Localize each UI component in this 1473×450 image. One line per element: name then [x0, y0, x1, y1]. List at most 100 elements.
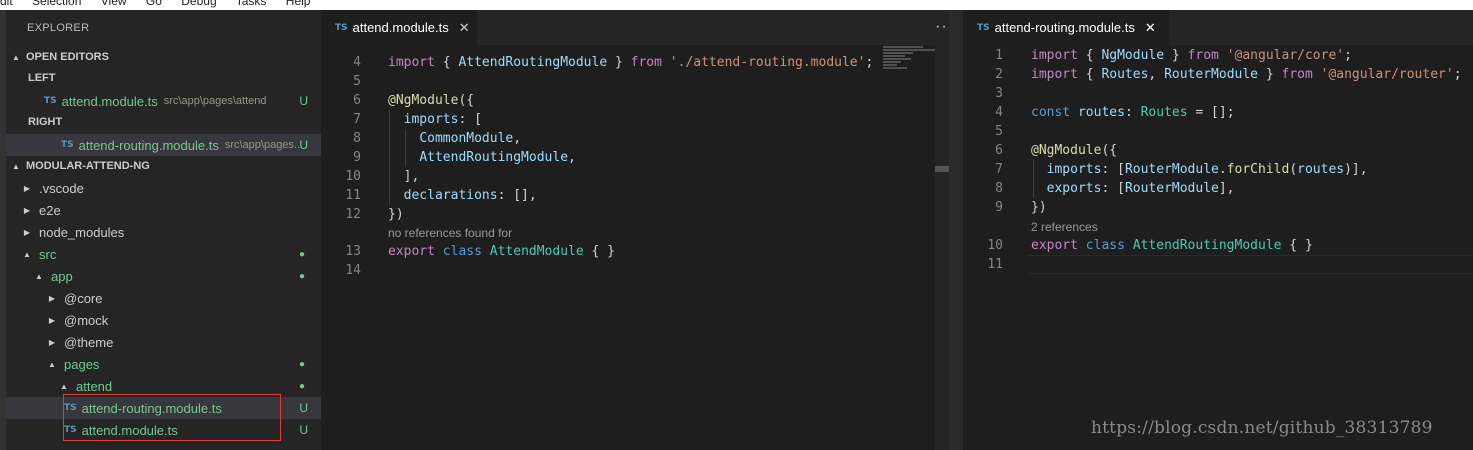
project-header[interactable]: ▲ MODULAR-ATTEND-NG — [6, 155, 321, 177]
activity-bar-edge — [0, 10, 6, 450]
editor-group-left: TS attend.module.ts ✕ ··· 4 5 6 7 8 9 10… — [321, 10, 949, 450]
tree-folder-src[interactable]: ▲ src ● — [6, 243, 321, 265]
code-line-4[interactable]: import { AttendRoutingModule } from './a… — [388, 53, 873, 72]
menu-bar: dit Selection View Go Debug Tasks Help — [0, 0, 1473, 10]
line-number: 4 — [995, 105, 1003, 120]
more-actions-icon[interactable]: ··· — [935, 18, 949, 36]
collapsed-arrow-icon: ▶ — [48, 293, 56, 303]
expanded-arrow-icon: ▲ — [12, 52, 20, 62]
line-number: 6 — [353, 93, 361, 108]
open-editor-attend-module[interactable]: TS attend.module.ts src\app\pages\attend… — [6, 90, 321, 112]
line-number: 11 — [345, 188, 361, 203]
untracked-badge: U — [299, 423, 308, 437]
tree-folder-theme[interactable]: ▶ @theme — [6, 331, 321, 353]
line-number: 2 — [995, 67, 1003, 82]
code-line-6[interactable]: @NgModule({ — [388, 91, 474, 110]
tree-folder-mock[interactable]: ▶ @mock — [6, 309, 321, 331]
line-number: 11 — [987, 257, 1003, 272]
code-line-12[interactable]: }) — [388, 205, 404, 224]
scrollbar-thumb[interactable] — [935, 166, 949, 172]
explorer-sidebar: EXPLORER ▲ OPEN EDITORS LEFT TS attend.m… — [0, 10, 321, 450]
expanded-arrow-icon: ▲ — [48, 359, 56, 369]
line-number: 7 — [995, 162, 1003, 177]
group-right-label: RIGHT — [28, 116, 63, 128]
collapsed-arrow-icon: ▶ — [23, 227, 31, 237]
annotation-highlight-box — [63, 394, 281, 441]
typescript-file-icon: TS — [335, 22, 348, 33]
line-number: 9 — [995, 200, 1003, 215]
collapsed-arrow-icon: ▶ — [48, 337, 56, 347]
code-line-11[interactable]: declarations: [], — [388, 186, 537, 205]
scrollbar-track[interactable] — [935, 45, 949, 450]
menu-go[interactable]: Go — [146, 0, 162, 8]
code-line-9[interactable]: AttendRoutingModule, — [388, 148, 576, 167]
tree-folder-vscode[interactable]: ▶ .vscode — [6, 177, 321, 199]
codelens-references[interactable]: 2 references — [1031, 220, 1098, 234]
code-line-8[interactable]: exports: [RouterModule], — [1031, 179, 1235, 198]
explorer-title: EXPLORER — [27, 22, 90, 34]
tree-folder-core[interactable]: ▶ @core — [6, 287, 321, 309]
code-line-4[interactable]: const routes: Routes = []; — [1031, 103, 1235, 122]
code-line-1[interactable]: import { NgModule } from '@angular/core'… — [1031, 46, 1352, 65]
close-icon[interactable]: ✕ — [459, 20, 470, 36]
modified-dot-icon: ● — [298, 248, 305, 260]
editor-split-divider[interactable] — [949, 10, 963, 450]
tree-folder-e2e[interactable]: ▶ e2e — [6, 199, 321, 221]
collapsed-arrow-icon: ▶ — [23, 205, 31, 215]
code-line-10[interactable]: export class AttendRoutingModule { } — [1031, 236, 1313, 255]
line-number: 4 — [353, 55, 361, 70]
codelens-references[interactable]: no references found for — [388, 226, 512, 240]
code-line-13[interactable]: export class AttendModule { } — [388, 242, 615, 261]
expanded-arrow-icon: ▲ — [12, 161, 20, 171]
code-line-6[interactable]: @NgModule({ — [1031, 141, 1117, 160]
line-number: 6 — [995, 143, 1003, 158]
expanded-arrow-icon: ▲ — [60, 381, 68, 391]
line-number: 13 — [345, 244, 361, 259]
tree-folder-app[interactable]: ▲ app ● — [6, 265, 321, 287]
line-number: 14 — [345, 263, 361, 278]
tab-attend-routing-module[interactable]: TS attend-routing.module.ts ✕ — [963, 10, 1169, 45]
collapsed-arrow-icon: ▶ — [23, 183, 31, 193]
untracked-badge: U — [299, 94, 308, 108]
modified-dot-icon: ● — [298, 380, 305, 392]
menu-help[interactable]: Help — [286, 0, 311, 8]
line-number: 12 — [345, 207, 361, 222]
menu-debug[interactable]: Debug — [181, 0, 216, 8]
expanded-arrow-icon: ▲ — [23, 249, 31, 259]
collapsed-arrow-icon: ▶ — [48, 315, 56, 325]
watermark-text: https://blog.csdn.net/github_38313789 — [1091, 418, 1433, 438]
editor-group-right: TS attend-routing.module.ts ✕ 1 2 3 4 6 … — [963, 10, 1473, 450]
code-line-10[interactable]: ], — [388, 167, 420, 186]
line-number: 10 — [987, 238, 1003, 253]
tab-attend-module[interactable]: TS attend.module.ts ✕ — [321, 10, 477, 45]
menu-tasks[interactable]: Tasks — [236, 0, 267, 8]
tree-folder-pages[interactable]: ▲ pages ● — [6, 353, 321, 375]
group-left-label: LEFT — [28, 72, 56, 84]
code-line-8[interactable]: CommonModule, — [388, 129, 521, 148]
menu-edit[interactable]: dit — [0, 0, 13, 8]
typescript-file-icon: TS — [61, 140, 74, 150]
modified-dot-icon: ● — [298, 358, 305, 370]
line-number: 1 — [995, 48, 1003, 63]
line-number: 8 — [353, 131, 361, 146]
line-number: 3 — [995, 86, 1003, 101]
menu-view[interactable]: View — [101, 0, 127, 8]
menu-selection[interactable]: Selection — [32, 0, 81, 8]
typescript-file-icon: TS — [44, 96, 57, 106]
expanded-arrow-icon: ▲ — [35, 271, 43, 281]
line-number: 8 — [995, 181, 1003, 196]
tree-folder-node-modules[interactable]: ▶ node_modules — [6, 221, 321, 243]
current-line-highlight — [1028, 255, 1473, 274]
line-number: 5 — [995, 124, 1003, 139]
open-editors-header[interactable]: ▲ OPEN EDITORS — [6, 46, 321, 68]
line-number: 7 — [353, 112, 361, 127]
line-number: 9 — [353, 150, 361, 165]
modified-dot-icon: ● — [298, 270, 305, 282]
open-editor-attend-routing-module[interactable]: TS attend-routing.module.ts src\app\page… — [6, 134, 321, 156]
close-icon[interactable]: ✕ — [1145, 20, 1156, 36]
code-line-2[interactable]: import { Routes, RouterModule } from '@a… — [1031, 65, 1462, 84]
untracked-badge: U — [299, 401, 308, 415]
code-line-7[interactable]: imports: [RouterModule.forChild(routes)]… — [1031, 160, 1368, 179]
code-line-7[interactable]: imports: [ — [388, 110, 482, 129]
code-line-9[interactable]: }) — [1031, 198, 1047, 217]
